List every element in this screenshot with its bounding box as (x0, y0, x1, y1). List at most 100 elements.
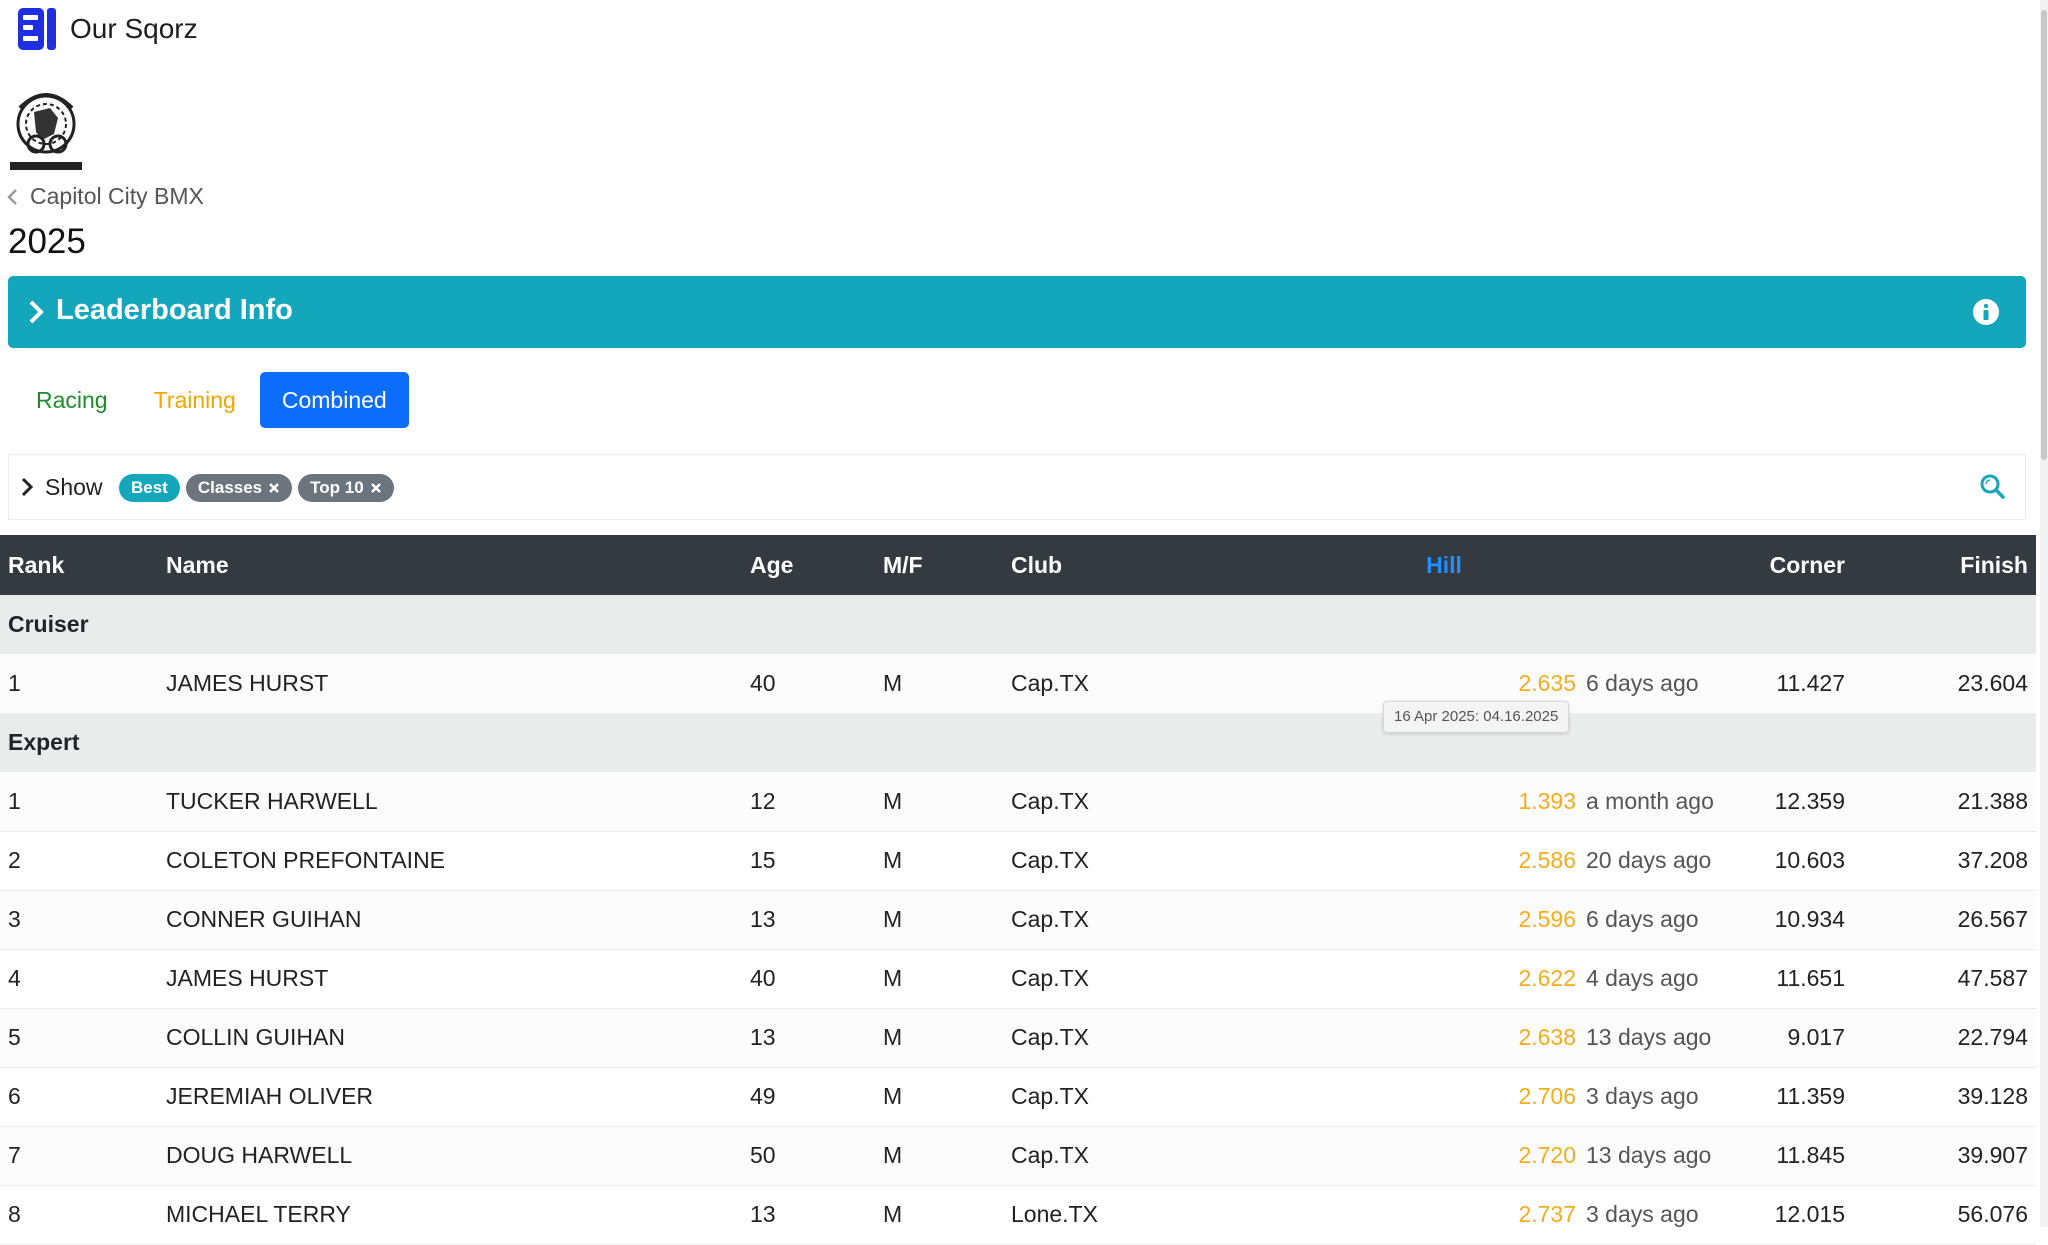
hill-time: 2.720 (1518, 1142, 1576, 1168)
close-icon[interactable] (268, 482, 280, 494)
rank-cell: 2 (8, 847, 21, 873)
col-mf[interactable]: M/F (875, 535, 1003, 595)
finish-time-cell: 56.076 (1957, 1201, 2028, 1227)
gender-cell: M (883, 787, 903, 814)
sqorz-logo-icon[interactable] (17, 6, 63, 52)
show-filter-toggle[interactable]: Show (21, 455, 103, 519)
date-tooltip: 16 Apr 2025: 04.16.2025 (1383, 701, 1570, 733)
table-row[interactable]: 7 DOUG HARWELL 50 M Cap.TX 2.720 13 days ago 11… (0, 1126, 2036, 1185)
col-finish[interactable]: Finish (1853, 535, 2036, 595)
chip-best-label: Best (131, 478, 168, 497)
finish-time-cell: 23.604 (1957, 669, 2028, 696)
gender-cell: M (883, 1201, 903, 1227)
group-name: Cruiser (8, 611, 89, 637)
table-row[interactable]: 4 JAMES HURST 40 M Cap.TX 2.622 4 days ago 11.6… (0, 949, 2036, 1008)
scrollbar-thumb[interactable] (2041, 10, 2047, 460)
filter-chips: Best Classes Top 10 (119, 474, 400, 502)
hill-cell: 1.393 a month ago (1228, 772, 1713, 831)
col-name[interactable]: Name (158, 535, 742, 595)
leaderboard-table: Rank Name Age M/F Club Hill Corner Finis… (0, 535, 2036, 1245)
age-cell: 13 (750, 906, 776, 932)
leaderboard-info-label: Leaderboard Info (56, 294, 293, 326)
hill-time: 2.622 (1518, 965, 1576, 991)
age-cell: 50 (750, 1142, 776, 1168)
club-logo (10, 93, 82, 170)
season-title: 2025 (8, 222, 86, 261)
hill-time-ago[interactable]: 3 days ago (1586, 1083, 1699, 1109)
close-icon[interactable] (370, 482, 382, 494)
hill-time-ago[interactable]: 20 days ago (1586, 847, 1711, 873)
info-icon[interactable] (1972, 298, 2000, 326)
chevron-right-icon (21, 477, 33, 497)
tab-training[interactable]: Training (132, 372, 258, 428)
col-corner[interactable]: Corner (1660, 535, 1853, 595)
table-row[interactable]: 6 JEREMIAH OLIVER 49 M Cap.TX 2.706 3 days ago… (0, 1067, 2036, 1126)
search-icon[interactable] (1979, 473, 2005, 499)
rider-name-cell: JEREMIAH OLIVER (166, 1083, 374, 1109)
table-row[interactable]: 1 TUCKER HARWELL 12 M Cap.TX 1.393 a month ago… (0, 772, 2036, 831)
gender-cell: M (883, 965, 903, 991)
gender-cell: M (883, 1142, 903, 1168)
app-title[interactable]: Our Sqorz (70, 13, 198, 45)
rank-cell: 1 (8, 669, 21, 696)
table-row[interactable]: 5 COLLIN GUIHAN 13 M Cap.TX 2.638 13 days ago 9… (0, 1008, 2036, 1067)
hill-time-ago[interactable]: 13 days ago (1586, 1024, 1711, 1050)
finish-time-cell: 47.587 (1957, 965, 2028, 991)
age-cell: 12 (750, 787, 776, 814)
table-row[interactable]: 1 JAMES HURST 40 M Cap.TX 2.635 6 days ago 11.4… (0, 654, 2036, 713)
rider-name-cell: CONNER GUIHAN (166, 906, 362, 932)
col-hill[interactable]: Hill (1228, 535, 1660, 595)
rank-cell: 5 (8, 1024, 21, 1050)
hill-time-ago[interactable]: a month ago (1586, 788, 1714, 814)
group-name: Expert (8, 729, 80, 756)
finish-time-cell: 26.567 (1957, 906, 2028, 932)
hill-cell: 2.596 6 days ago (1228, 890, 1698, 949)
gender-cell: M (883, 906, 903, 932)
hill-time: 2.706 (1518, 1083, 1576, 1109)
table-row[interactable]: 2 COLETON PREFONTAINE 15 M Cap.TX 2.586 20 day… (0, 831, 2036, 890)
hill-time-ago[interactable]: 4 days ago (1586, 965, 1699, 991)
hill-cell: 2.737 3 days ago (1228, 1185, 1698, 1244)
club-cell: Cap.TX (1011, 787, 1089, 814)
club-cell: Cap.TX (1011, 965, 1089, 991)
finish-time-cell: 39.907 (1957, 1142, 2028, 1168)
finish-time-cell: 21.388 (1957, 787, 2028, 814)
hill-time-ago[interactable]: 6 days ago (1586, 906, 1699, 932)
hill-time: 2.635 (1518, 669, 1576, 696)
rider-name-cell: JAMES HURST (166, 965, 329, 991)
leaderboard-info-toggle[interactable]: Leaderboard Info (8, 276, 2026, 348)
chevron-right-icon (29, 300, 44, 324)
hill-time: 1.393 (1518, 787, 1576, 814)
tab-racing[interactable]: Racing (14, 372, 130, 428)
age-cell: 15 (750, 847, 776, 873)
gender-cell: M (883, 1083, 903, 1109)
gender-cell: M (883, 847, 903, 873)
rank-cell: 8 (8, 1201, 21, 1227)
col-rank[interactable]: Rank (0, 535, 158, 595)
back-link[interactable]: Capitol City BMX (6, 183, 204, 210)
club-cell: Cap.TX (1011, 1142, 1089, 1168)
tab-combined[interactable]: Combined (259, 372, 409, 428)
col-club[interactable]: Club (1003, 535, 1228, 595)
hill-time-ago[interactable]: 6 days ago (1586, 670, 1699, 696)
chip-classes: Classes (185, 474, 293, 502)
table-row[interactable]: 3 CONNER GUIHAN 13 M Cap.TX 2.596 6 days ago 10… (0, 890, 2036, 949)
rank-cell: 6 (8, 1083, 21, 1109)
filter-bar: Show Best Classes Top 10 (8, 454, 2026, 520)
rider-name-cell: COLETON PREFONTAINE (166, 847, 446, 873)
leaderboard-body: Cruiser 1 JAMES HURST 40 M Cap.TX 2.635 6 days … (0, 595, 2036, 1244)
scrollbar[interactable] (2040, 0, 2048, 1227)
chip-classes-label: Classes (197, 478, 263, 497)
rider-name-cell: COLLIN GUIHAN (166, 1024, 345, 1050)
table-row[interactable]: 8 MICHAEL TERRY 13 M Lone.TX 2.737 3 days ago 1… (0, 1185, 2036, 1244)
gender-cell: M (883, 1024, 903, 1050)
gender-cell: M (883, 669, 903, 696)
col-age[interactable]: Age (742, 535, 875, 595)
club-cell: Cap.TX (1011, 1024, 1089, 1050)
hill-time-ago[interactable]: 13 days ago (1586, 1142, 1711, 1168)
hill-cell: 2.638 13 days ago (1228, 1008, 1711, 1067)
chip-best[interactable]: Best (119, 474, 180, 502)
chip-top10-label: Top 10 (310, 478, 364, 497)
hill-time-ago[interactable]: 3 days ago (1586, 1201, 1699, 1227)
age-cell: 13 (750, 1201, 776, 1227)
